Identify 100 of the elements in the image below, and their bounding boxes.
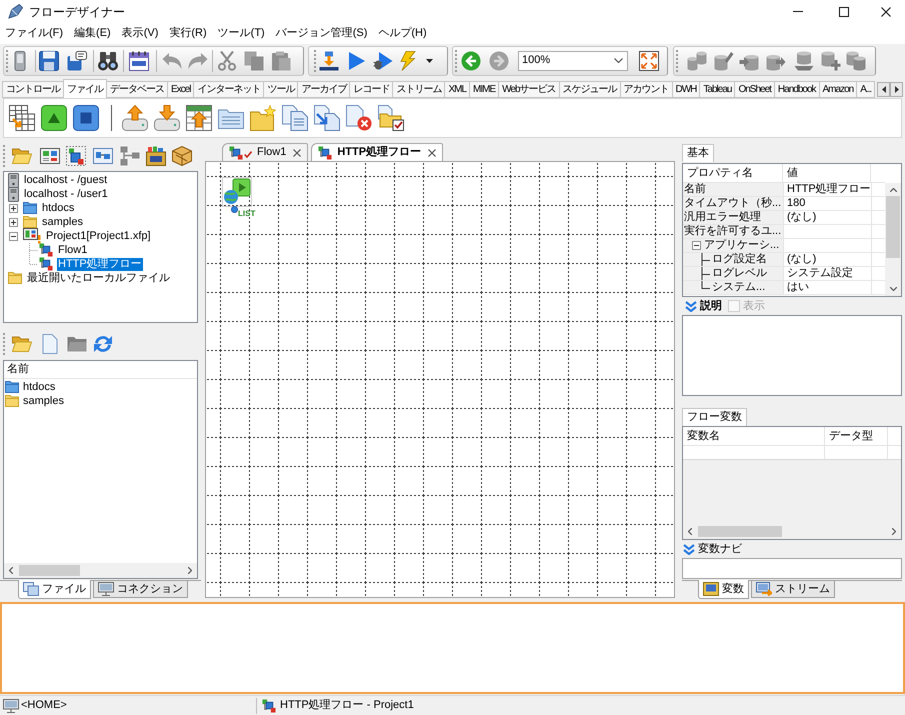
panel-tab[interactable]: 基本	[682, 144, 714, 162]
property-name-cell[interactable]: システム...	[683, 281, 783, 294]
collapse-icon[interactable]	[9, 232, 18, 240]
column-header[interactable]: 名前	[4, 361, 29, 378]
tree-item[interactable]: localhost - /guest	[23, 174, 108, 186]
palette-tab[interactable]: Amazon	[818, 81, 858, 98]
toolbar-grip[interactable]	[314, 50, 317, 72]
play-icon[interactable]	[346, 50, 366, 70]
folder-check-icon[interactable]	[378, 105, 404, 131]
undo-icon[interactable]	[162, 50, 182, 70]
scroll-down-icon[interactable]	[890, 287, 896, 291]
table-upload-icon[interactable]	[186, 105, 212, 131]
toolbar-grip[interactable]	[676, 50, 679, 72]
save-as-icon[interactable]	[67, 50, 87, 70]
palette-tab[interactable]: アカウント	[620, 81, 673, 98]
palette-tab[interactable]: OnSheet	[734, 81, 775, 98]
toolbox-icon[interactable]	[146, 146, 166, 166]
toolbar-grip[interactable]	[455, 50, 458, 72]
panel-tab[interactable]: ファイル	[18, 580, 91, 599]
menu-item[interactable]: 実行(R)	[165, 25, 211, 42]
cut-icon[interactable]	[217, 50, 237, 70]
scroll-thumb[interactable]	[698, 526, 782, 537]
lightning-icon[interactable]	[398, 50, 418, 70]
menu-item[interactable]: 表示(V)	[118, 25, 162, 42]
property-value[interactable]: はい	[783, 281, 871, 294]
tree-item[interactable]: htdocs	[41, 202, 76, 214]
toolbar-grip[interactable]	[3, 144, 6, 166]
column-header[interactable]: データ型	[825, 427, 888, 445]
drive-upload-icon[interactable]	[122, 105, 148, 131]
panel-tab[interactable]: ストリーム	[751, 581, 835, 598]
scroll-up-icon[interactable]	[890, 188, 896, 192]
table-arrow-icon[interactable]	[9, 105, 35, 131]
file-name[interactable]: samples	[23, 392, 64, 410]
save-icon[interactable]	[39, 50, 59, 70]
play-tile-icon[interactable]	[41, 105, 67, 131]
tree-item[interactable]: samples	[41, 216, 84, 228]
palette-tab[interactable]: Tableau	[699, 81, 736, 98]
column-header[interactable]: 値	[783, 164, 871, 182]
panel-icon[interactable]	[40, 146, 60, 166]
paste-icon[interactable]	[271, 50, 291, 70]
palette-tab[interactable]: ストリーム	[392, 81, 446, 98]
flow-node-icon[interactable]	[222, 177, 252, 207]
forward-icon[interactable]	[489, 50, 509, 70]
file-delete-icon[interactable]	[346, 105, 372, 131]
property-name-cell[interactable]: 名前	[683, 183, 783, 196]
property-value[interactable]: (なし)	[783, 253, 871, 266]
vertical-scrollbar[interactable]	[885, 183, 901, 296]
expand-icon[interactable]	[9, 218, 18, 226]
drive-download-icon[interactable]	[154, 105, 180, 131]
close-icon[interactable]	[881, 6, 891, 16]
database-copy-icon[interactable]	[846, 50, 866, 70]
back-icon[interactable]	[461, 50, 481, 70]
palette-tab[interactable]: レコード	[349, 81, 394, 98]
horizontal-scrollbar[interactable]	[4, 563, 197, 578]
palette-tab[interactable]: ファイル	[63, 79, 107, 98]
close-icon[interactable]	[293, 148, 302, 156]
fit-screen-icon[interactable]	[639, 50, 659, 70]
close-icon[interactable]	[428, 148, 436, 156]
folder-open-icon[interactable]	[12, 334, 32, 354]
tree-item[interactable]: Flow1	[57, 244, 88, 256]
palette-tab[interactable]: コントロール	[2, 81, 64, 98]
description-field[interactable]	[682, 315, 902, 396]
folder-open-icon[interactable]	[12, 146, 32, 166]
editor-tab[interactable]: Flow1	[222, 143, 308, 161]
file-name[interactable]: htdocs	[23, 378, 56, 396]
palette-tab[interactable]: Excel	[167, 81, 194, 98]
tree-item[interactable]: 最近開いたローカルファイル	[26, 272, 171, 284]
menu-item[interactable]: ヘルプ(H)	[374, 25, 431, 42]
palette-tab[interactable]: ツール	[263, 81, 298, 98]
table-cell[interactable]	[825, 446, 888, 459]
menu-item[interactable]: 編集(E)	[70, 25, 115, 42]
column-header[interactable]: 変数名	[683, 427, 825, 445]
caret-icon[interactable]	[426, 58, 433, 62]
database-icon[interactable]	[687, 50, 707, 70]
expand-icon[interactable]	[9, 204, 18, 212]
redo-icon[interactable]	[188, 50, 208, 70]
palette-tab[interactable]: A...	[856, 81, 876, 98]
property-value[interactable]: 180	[783, 197, 871, 210]
refresh-icon[interactable]	[93, 334, 113, 354]
crate-icon[interactable]	[172, 146, 192, 166]
property-name-cell[interactable]: 汎用エラー処理	[683, 211, 783, 224]
copy-icon[interactable]	[244, 50, 264, 70]
collapse-icon[interactable]	[692, 241, 701, 250]
network-icon[interactable]	[120, 146, 140, 166]
diagram-panel-icon[interactable]	[93, 146, 113, 166]
editor-tab[interactable]: HTTP処理フロー	[311, 143, 444, 161]
scroll-left-button[interactable]	[877, 82, 890, 97]
palette-tab[interactable]: Webサービス	[498, 81, 560, 98]
table-cell[interactable]	[683, 446, 825, 459]
menu-item[interactable]: ツール(T)	[214, 25, 269, 42]
flow-diagram-icon[interactable]	[66, 146, 86, 166]
table-cell[interactable]	[888, 446, 901, 459]
database-edit-icon[interactable]	[714, 50, 734, 70]
compile-icon[interactable]	[319, 50, 339, 70]
palette-tab[interactable]: スケジュール	[558, 81, 621, 98]
scroll-right-button[interactable]	[890, 82, 904, 97]
tree-item[interactable]: Project1[Project1.xfp]	[45, 230, 152, 242]
scroll-thumb[interactable]	[886, 196, 900, 258]
panel-tab[interactable]: 変数	[698, 580, 749, 599]
scroll-left-icon[interactable]	[9, 567, 13, 574]
